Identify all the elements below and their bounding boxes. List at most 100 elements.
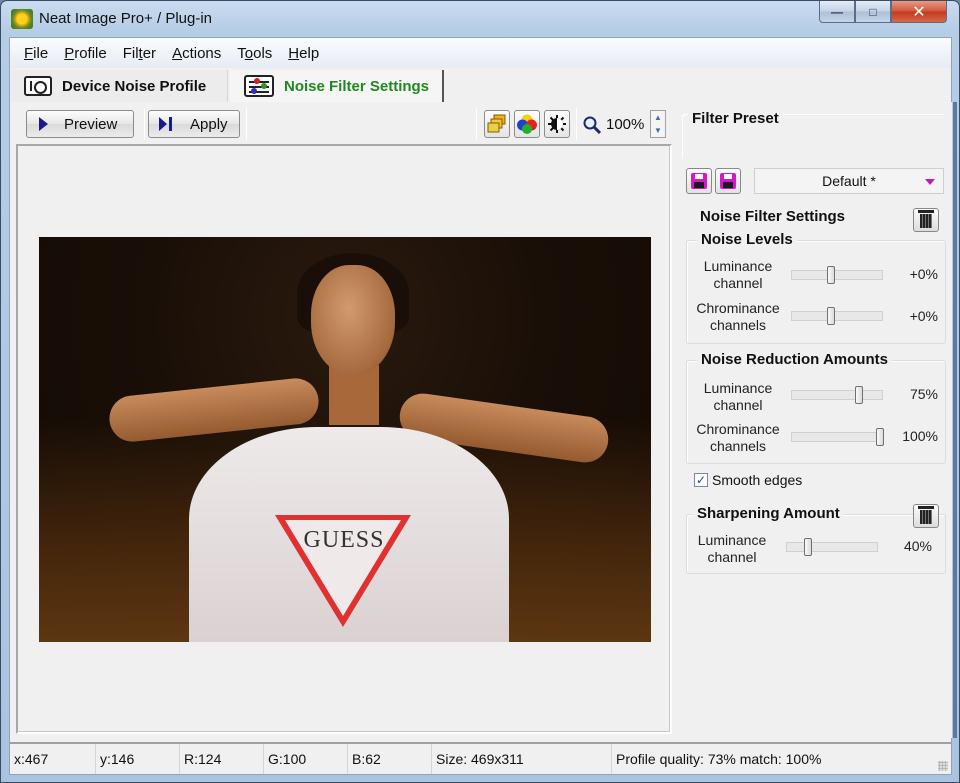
status-x: x:467 — [10, 744, 96, 774]
save-preset-button[interactable] — [715, 168, 741, 194]
slider-value: +0% — [909, 308, 938, 324]
menu-tools[interactable]: Tools — [229, 45, 280, 62]
noise-levels-title: Noise Levels — [697, 231, 797, 248]
menu-accel: F — [24, 44, 34, 62]
camera-icon — [24, 76, 52, 96]
noise-reduction-luminance-slider[interactable] — [791, 386, 883, 404]
menu-actions[interactable]: Actions — [164, 45, 229, 62]
sharpening-luminance-slider[interactable] — [786, 538, 878, 556]
sliders-icon — [244, 75, 274, 97]
brightness-button[interactable] — [544, 110, 570, 138]
preview-button[interactable]: Preview — [26, 110, 134, 138]
zoom-down-icon[interactable]: ▼ — [651, 124, 665, 137]
toolbar-separator — [476, 108, 477, 140]
smooth-edges-label: Smooth edges — [712, 472, 803, 488]
zoom-spinner[interactable]: ▲ ▼ — [650, 110, 666, 138]
photo-logo-text: GUESS — [303, 527, 385, 553]
preset-selected: Default * — [822, 173, 876, 189]
checkbox-checked-icon[interactable]: ✓ — [694, 473, 708, 487]
zoom-up-icon[interactable]: ▲ — [651, 111, 665, 124]
brightness-icon — [548, 115, 566, 133]
minimize-button[interactable]: — — [819, 1, 855, 23]
menu-filter[interactable]: Filter — [115, 45, 164, 62]
load-preset-button[interactable] — [686, 168, 712, 194]
slider-thumb[interactable] — [855, 386, 863, 404]
step-forward-icon — [159, 117, 172, 131]
panel-scrollbar[interactable] — [953, 102, 957, 738]
magnifier-icon[interactable] — [582, 115, 602, 135]
slider-label: Chrominance channels — [696, 421, 780, 454]
filter-preset-group: Filter Preset — [682, 110, 946, 160]
status-r: R:124 — [180, 744, 264, 774]
noise-reduction-chrominance-slider[interactable] — [791, 428, 884, 446]
settings-panel: Filter Preset Default * Noise Filter Set… — [676, 102, 952, 738]
title-bar[interactable]: Neat Image Pro+ / Plug-in — □ ✕ — [1, 1, 959, 37]
slider-value: +0% — [909, 266, 938, 282]
slider-label: Luminance channel — [703, 258, 773, 291]
maximize-button[interactable]: □ — [855, 1, 891, 23]
status-size: Size: 469x311 — [432, 744, 612, 774]
apply-label: Apply — [190, 115, 228, 133]
tab-label: Noise Filter Settings — [284, 77, 430, 95]
noise-level-luminance-slider[interactable] — [791, 266, 883, 284]
menu-label: rofile — [74, 44, 107, 62]
color-channels-icon — [517, 114, 537, 134]
noise-level-chrominance-slider[interactable] — [791, 307, 883, 325]
menu-file[interactable]: File — [16, 45, 56, 62]
slider-value: 75% — [909, 386, 938, 402]
preview-image[interactable]: GUESS — [39, 237, 651, 642]
filter-preset-title: Filter Preset — [688, 110, 783, 127]
menu-label: T — [237, 44, 245, 62]
tab-noise-filter-settings[interactable]: Noise Filter Settings — [230, 70, 444, 102]
tab-device-noise-profile[interactable]: Device Noise Profile — [10, 70, 228, 102]
status-bar: x:467 y:146 R:124 G:100 B:62 Size: 469x3… — [10, 742, 951, 774]
toolbar: Preview Apply 100% ▲ ▼ — [16, 106, 672, 142]
noise-reduction-title: Noise Reduction Amounts — [697, 351, 892, 368]
slider-thumb[interactable] — [803, 538, 812, 556]
preview-canvas[interactable]: GUESS — [16, 144, 672, 734]
toolbar-separator — [144, 108, 145, 140]
zoom-level: 100% — [606, 116, 645, 133]
menu-label: ile — [33, 44, 49, 62]
sharpening-title: Sharpening Amount — [693, 505, 844, 522]
chevron-down-icon — [925, 179, 935, 185]
window-title: Neat Image Pro+ / Plug-in — [39, 10, 213, 27]
tab-label: Device Noise Profile — [62, 77, 207, 95]
menu-accel: P — [64, 44, 75, 62]
slider-value: 100% — [902, 428, 938, 444]
smooth-edges-checkbox[interactable]: ✓ Smooth edges — [694, 472, 802, 488]
menu-help[interactable]: Help — [280, 45, 327, 62]
play-icon — [39, 117, 48, 131]
menu-bar: File Profile Filter Actions Tools Help — [10, 38, 951, 68]
trash-icon — [918, 210, 934, 228]
reset-filter-settings-button[interactable] — [913, 208, 939, 232]
status-b: B:62 — [348, 744, 432, 774]
resize-grip[interactable] — [938, 761, 948, 771]
status-y: y:146 — [96, 744, 180, 774]
trash-icon — [918, 506, 934, 524]
preset-dropdown[interactable]: Default * — [754, 168, 944, 194]
menu-label: Fil — [122, 44, 139, 62]
slider-label: Luminance channel — [703, 380, 773, 413]
menu-label: ctions — [182, 44, 222, 62]
close-button[interactable]: ✕ — [891, 1, 947, 23]
app-logo-icon — [11, 9, 33, 29]
slider-thumb[interactable] — [827, 266, 836, 284]
menu-label: elp — [299, 44, 320, 62]
menu-profile[interactable]: Profile — [56, 45, 115, 62]
layers-icon — [487, 114, 506, 133]
toolbar-separator — [246, 108, 247, 140]
color-channels-button[interactable] — [514, 110, 540, 138]
apply-button[interactable]: Apply — [148, 110, 240, 138]
noise-filter-settings-title: Noise Filter Settings — [696, 208, 850, 225]
menu-label: er — [142, 44, 157, 62]
layers-button[interactable] — [484, 110, 510, 138]
slider-thumb[interactable] — [827, 307, 836, 325]
preview-label: Preview — [64, 115, 118, 133]
slider-value: 40% — [903, 538, 932, 554]
save-preset-icon — [720, 173, 736, 189]
reset-sharpening-button[interactable] — [913, 504, 939, 528]
load-preset-icon — [691, 173, 707, 189]
slider-thumb[interactable] — [876, 428, 884, 446]
slider-label: Luminance channel — [697, 532, 767, 565]
